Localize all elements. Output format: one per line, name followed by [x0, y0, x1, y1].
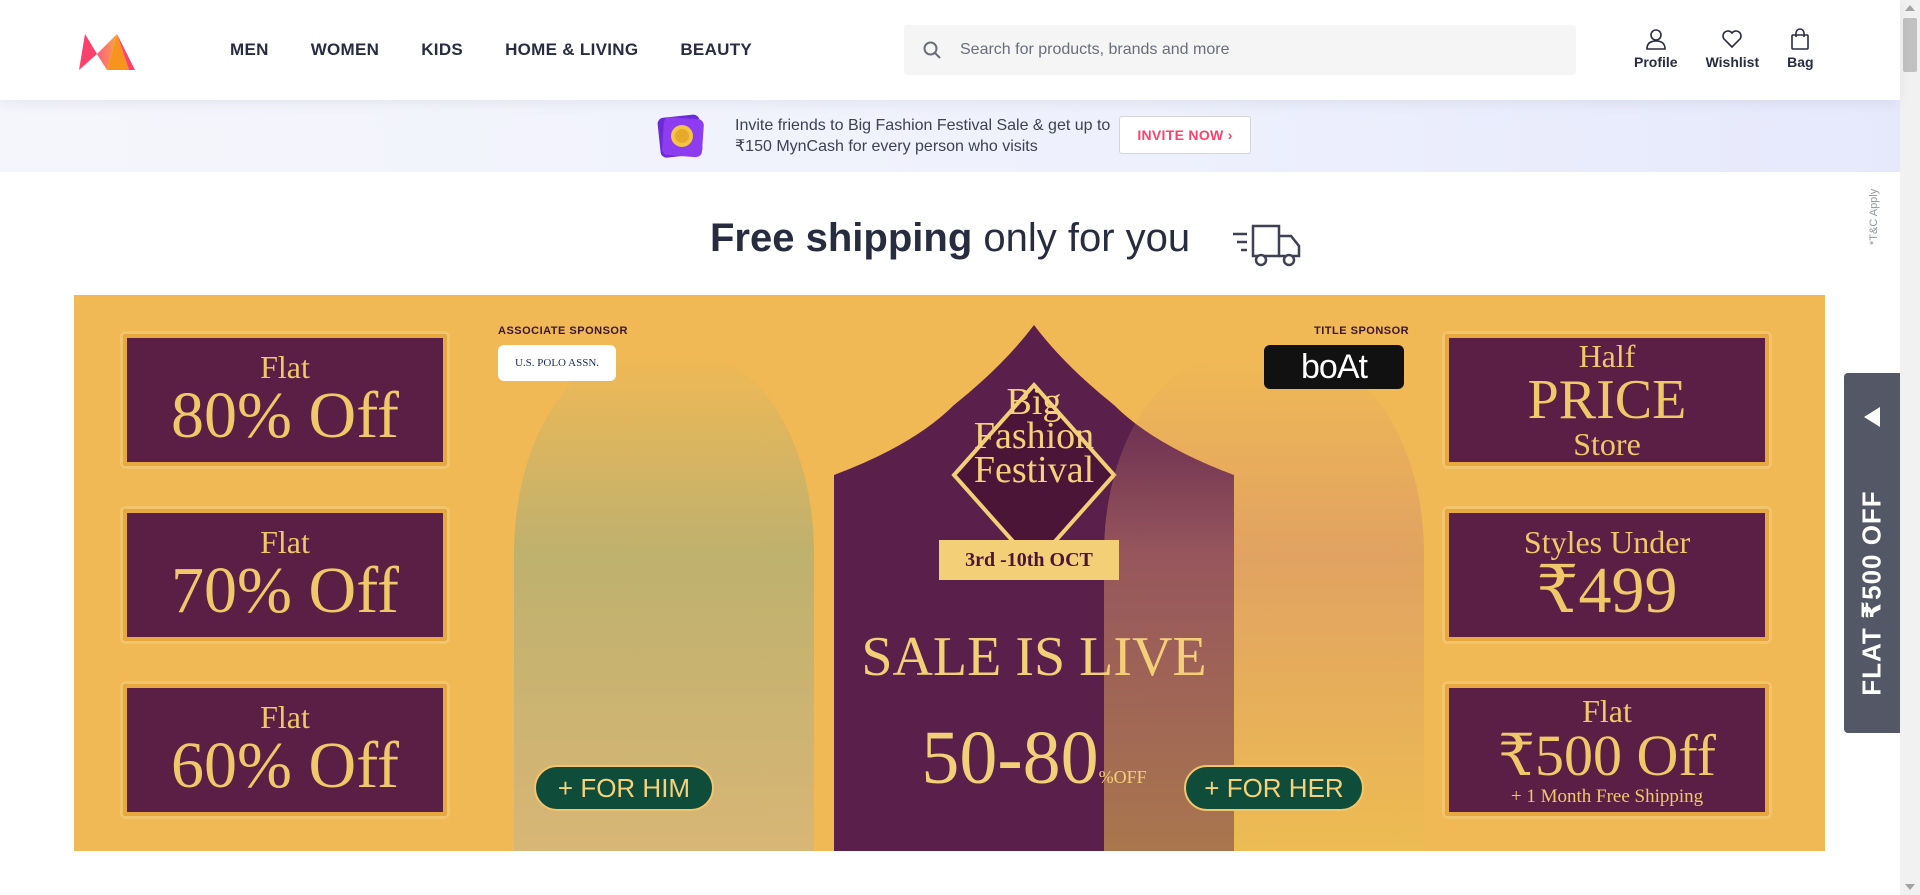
- invite-strip: Invite friends to Big Fashion Festival S…: [0, 100, 1900, 172]
- truck-icon: [1233, 224, 1301, 267]
- discount-off: OFF: [1113, 767, 1147, 787]
- tile-half-price[interactable]: Half PRICE Store: [1442, 331, 1772, 469]
- tile-flat-500[interactable]: Flat ₹500 Off + 1 Month Free Shipping: [1442, 681, 1772, 819]
- main-nav: MEN WOMEN KIDS HOME & LIVING BEAUTY: [230, 0, 773, 100]
- festival-title: Big Fashion Festival: [864, 381, 1204, 491]
- sale-is-live: SALE IS LIVE: [861, 626, 1207, 688]
- boat-logo: boAt: [1264, 345, 1404, 389]
- tile-flat-80-line2: 80% Off: [171, 379, 399, 452]
- discount-range: 50-80%OFF: [834, 715, 1234, 802]
- festival-title-line2: Fashion: [973, 415, 1095, 457]
- scroll-up-icon[interactable]: [1905, 5, 1915, 11]
- scrollbar[interactable]: [1900, 0, 1920, 895]
- bag-icon: [1791, 28, 1810, 50]
- tile-flat-60-line2: 60% Off: [171, 729, 399, 802]
- tile-flat-70[interactable]: Flat 70% Off: [120, 506, 450, 644]
- invite-text: Invite friends to Big Fashion Festival S…: [735, 117, 1111, 155]
- tile-flat-500-line1: Flat: [1582, 692, 1632, 729]
- tile-half-price-line1: Half: [1578, 338, 1636, 374]
- tile-flat-80[interactable]: Flat 80% Off: [120, 331, 450, 469]
- invite-now-button[interactable]: INVITE NOW ›: [1119, 116, 1251, 154]
- festival-title-line1: Big: [1006, 381, 1062, 423]
- free-shipping-rest: only for you: [972, 216, 1191, 260]
- wishlist-button[interactable]: Wishlist: [1692, 28, 1774, 70]
- bag-button[interactable]: Bag: [1773, 28, 1827, 70]
- profile-icon: [1645, 29, 1666, 50]
- myntra-logo-icon[interactable]: [75, 30, 139, 74]
- title-sponsor-label: TITLE SPONSOR: [1314, 325, 1410, 337]
- nav-men[interactable]: MEN: [230, 40, 290, 60]
- us-polo-logo: U.S. POLO ASSN.: [498, 345, 616, 381]
- search-bar[interactable]: [904, 25, 1576, 75]
- side-tab-label: FLAT ₹500 OFF: [1856, 490, 1887, 696]
- tile-half-price-line2: PRICE: [1527, 369, 1687, 431]
- tile-flat-60[interactable]: Flat 60% Off: [120, 681, 450, 819]
- search-icon[interactable]: [904, 41, 960, 59]
- scroll-down-icon[interactable]: [1905, 884, 1915, 890]
- search-input[interactable]: [960, 41, 1550, 59]
- tile-flat-500-line3: + 1 Month Free Shipping: [1510, 785, 1704, 807]
- free-shipping-heading: Free shipping only for you: [710, 216, 1190, 261]
- nav-women[interactable]: WOMEN: [290, 40, 401, 60]
- header-actions: Profile Wishlist Bag: [1620, 28, 1828, 70]
- tile-flat-70-line2: 70% Off: [171, 554, 399, 627]
- associate-sponsor-label: ASSOCIATE SPONSOR: [498, 325, 628, 337]
- tile-flat-500-line2: ₹500 Off: [1498, 722, 1716, 788]
- profile-button[interactable]: Profile: [1620, 28, 1692, 70]
- for-him-button[interactable]: + FOR HIM: [534, 765, 714, 811]
- tile-half-price-line3: Store: [1573, 426, 1641, 462]
- tnc-note: *T&C Apply: [1868, 188, 1880, 245]
- nav-kids[interactable]: KIDS: [400, 40, 484, 60]
- discount-value: 50-80: [921, 716, 1099, 800]
- tile-styles-under-line2: ₹499: [1536, 554, 1678, 627]
- festival-banner[interactable]: Flat 80% Off Flat 70% Off Flat 60% Off H…: [74, 295, 1825, 851]
- nav-beauty[interactable]: BEAUTY: [659, 40, 773, 60]
- for-her-button[interactable]: + FOR HER: [1184, 765, 1364, 811]
- myncash-coin-icon: [657, 114, 704, 158]
- page: MEN WOMEN KIDS HOME & LIVING BEAUTY Prof…: [0, 0, 1920, 895]
- flat-500-off-side-tab[interactable]: FLAT ₹500 OFF: [1844, 373, 1900, 733]
- heart-icon: [1722, 30, 1743, 49]
- wishlist-label: Wishlist: [1705, 54, 1760, 70]
- free-shipping-bold: Free shipping: [710, 216, 973, 260]
- caret-left-icon[interactable]: [1862, 405, 1882, 429]
- profile-label: Profile: [1634, 54, 1678, 70]
- header: MEN WOMEN KIDS HOME & LIVING BEAUTY Prof…: [0, 0, 1900, 100]
- scroll-thumb[interactable]: [1903, 18, 1917, 72]
- discount-suffix: %: [1098, 767, 1114, 787]
- nav-home-living[interactable]: HOME & LIVING: [484, 40, 659, 60]
- tile-styles-under[interactable]: Styles Under ₹499: [1442, 506, 1772, 644]
- bag-label: Bag: [1787, 54, 1814, 70]
- festival-title-line3: Festival: [973, 449, 1095, 491]
- festival-dates: 3rd -10th OCT: [939, 540, 1119, 580]
